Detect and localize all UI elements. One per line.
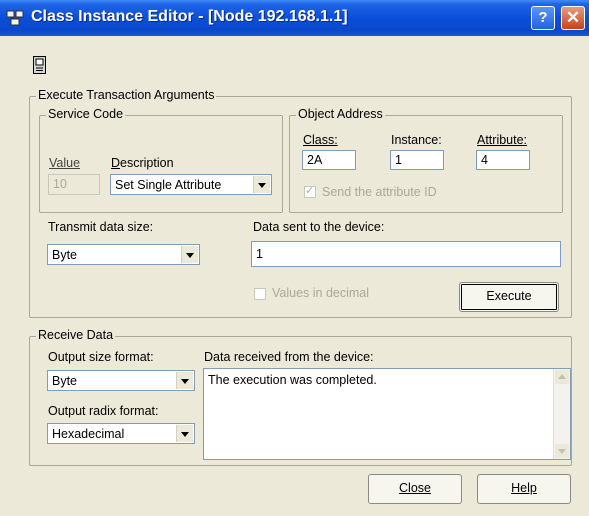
close-button-label: Close bbox=[399, 481, 431, 495]
execute-args-group-label: Execute Transaction Arguments bbox=[36, 88, 217, 102]
value-label: Value bbox=[49, 156, 81, 170]
help-button-label: Help bbox=[511, 481, 537, 495]
title-bar[interactable]: Class Instance Editor - [Node 192.168.1.… bbox=[0, 0, 589, 36]
attribute-input[interactable]: 4 bbox=[476, 150, 530, 170]
output-radix-dropdown[interactable]: Hexadecimal bbox=[47, 423, 195, 444]
window-title: Class Instance Editor - [Node 192.168.1.… bbox=[31, 8, 348, 25]
data-received-text: The execution was completed. bbox=[208, 373, 377, 387]
chevron-down-icon[interactable] bbox=[253, 176, 270, 193]
description-value: Set Single Attribute bbox=[115, 178, 222, 192]
send-attribute-checkbox[interactable] bbox=[304, 184, 316, 198]
transmit-size-label: Transmit data size: bbox=[48, 220, 154, 234]
title-help-button[interactable]: ? bbox=[531, 6, 555, 30]
description-dropdown[interactable]: Set Single Attribute bbox=[110, 174, 272, 195]
execute-button[interactable]: Execute bbox=[459, 282, 559, 312]
values-decimal-checkbox[interactable] bbox=[254, 288, 266, 300]
receive-data-group-label: Receive Data bbox=[36, 328, 116, 342]
description-label: Description bbox=[111, 156, 174, 170]
values-decimal-label: Values in decimal bbox=[272, 286, 370, 300]
data-received-area[interactable]: The execution was completed. bbox=[203, 368, 571, 460]
output-radix-label: Output radix format: bbox=[48, 404, 159, 418]
object-address-group-label: Object Address bbox=[296, 107, 385, 121]
help-button[interactable]: Help bbox=[477, 474, 571, 504]
chevron-down-icon[interactable] bbox=[176, 425, 193, 442]
data-received-label: Data received from the device: bbox=[204, 350, 374, 364]
transmit-size-dropdown[interactable]: Byte bbox=[47, 244, 200, 265]
attribute-label: Attribute: bbox=[477, 133, 528, 147]
vertical-scrollbar[interactable] bbox=[553, 369, 570, 459]
chevron-down-icon[interactable] bbox=[181, 246, 198, 263]
send-attribute-label: Send the attribute ID bbox=[322, 185, 437, 199]
instance-label: Instance: bbox=[391, 133, 442, 147]
service-value-field: 10 bbox=[48, 174, 100, 195]
title-close-button[interactable]: ✕ bbox=[561, 6, 585, 30]
app-icon bbox=[6, 10, 24, 26]
instance-input[interactable]: 1 bbox=[390, 150, 444, 170]
class-input[interactable]: 2A bbox=[302, 150, 356, 170]
scroll-down-icon[interactable] bbox=[555, 444, 569, 458]
output-radix-value: Hexadecimal bbox=[52, 427, 125, 441]
data-sent-input[interactable]: 1 bbox=[251, 241, 561, 267]
output-size-value: Byte bbox=[52, 374, 78, 388]
close-button[interactable]: Close bbox=[368, 474, 462, 504]
transmit-size-value: Byte bbox=[52, 248, 78, 262]
service-code-group-label: Service Code bbox=[46, 107, 126, 121]
class-label: Class: bbox=[303, 133, 338, 147]
dialog-window: Class Instance Editor - [Node 192.168.1.… bbox=[0, 0, 589, 516]
data-sent-label: Data sent to the device: bbox=[253, 220, 385, 234]
scroll-up-icon[interactable] bbox=[555, 370, 569, 384]
document-icon bbox=[33, 56, 46, 74]
output-size-label: Output size format: bbox=[48, 350, 154, 364]
output-size-dropdown[interactable]: Byte bbox=[47, 370, 195, 391]
chevron-down-icon[interactable] bbox=[176, 372, 193, 389]
